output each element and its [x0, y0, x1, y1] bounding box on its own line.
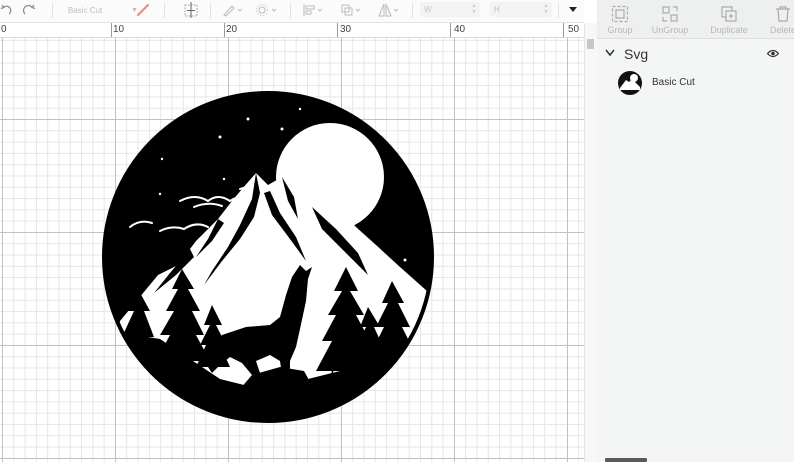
align-center-icon[interactable] [184, 0, 200, 20]
layer-item[interactable]: Basic Cut [597, 69, 794, 97]
ruler-mark: 30 [340, 24, 352, 35]
pen-color-icon[interactable] [136, 0, 152, 20]
operation-select-value: Basic Cut [68, 5, 103, 15]
delete-button-label: Delete [769, 25, 794, 35]
ruler-tick [111, 23, 112, 37]
ruler-tick [224, 23, 225, 37]
ruler-mark: 10 [113, 24, 125, 35]
vertical-scrollbar[interactable] [584, 23, 597, 462]
wolf-mountain-design[interactable] [100, 89, 436, 425]
layers-panel: Group UnGroup Duplicate Delete Svg Basic… [597, 0, 794, 462]
ruler-mark: 20 [226, 24, 238, 35]
duplicate-icon [721, 6, 737, 22]
chevron-down-icon[interactable] [605, 49, 615, 57]
width-field-label: W [424, 5, 432, 14]
toolbar-divider [412, 3, 413, 18]
top-toolbar: Basic Cut ▼ W ▲ ▼ H ▲ ▼ [0, 0, 584, 23]
ruler-mark: 0 [1, 24, 7, 35]
duplicate-button-label: Duplicate [710, 25, 748, 35]
group-button-label: Group [607, 25, 633, 35]
ungroup-button[interactable]: UnGroup [644, 0, 696, 38]
group-icon [611, 5, 629, 23]
layer-group-row[interactable]: Svg [597, 43, 794, 65]
ruler-tick [563, 23, 564, 37]
eye-icon[interactable] [767, 49, 779, 58]
ruler-mark: 50 [568, 24, 580, 35]
layer-thumbnail [618, 71, 642, 95]
height-stepper[interactable]: ▲ ▼ [542, 3, 550, 17]
duplicate-button[interactable]: Duplicate [703, 0, 755, 38]
layer-toolbar: Group UnGroup Duplicate Delete [597, 0, 794, 39]
chevron-down-icon[interactable] [566, 0, 580, 20]
design-canvas[interactable] [0, 38, 584, 462]
flip-icon[interactable] [378, 0, 404, 20]
scrollbar-thumb[interactable] [587, 39, 594, 49]
height-field-label: H [494, 5, 500, 14]
horizontal-ruler: 0 10 20 30 40 50 [0, 23, 584, 38]
toolbar-divider [558, 3, 559, 18]
toolbar-divider [210, 3, 211, 18]
ruler-tick [450, 23, 451, 37]
offset-icon[interactable] [255, 0, 281, 20]
toolbar-divider [290, 3, 291, 18]
ruler-mark: 40 [454, 24, 466, 35]
edit-pencil-icon[interactable] [222, 0, 246, 20]
width-stepper[interactable]: ▲ ▼ [470, 3, 478, 17]
ruler-tick [337, 23, 338, 37]
redo-icon[interactable] [22, 0, 38, 20]
align-icon[interactable] [302, 0, 328, 20]
panel-bottom-handle [605, 458, 647, 462]
delete-button[interactable]: Delete [757, 0, 794, 38]
delete-icon [776, 6, 790, 22]
toolbar-divider [164, 3, 165, 18]
ungroup-button-label: UnGroup [651, 25, 689, 35]
toolbar-divider [52, 3, 53, 18]
operation-select[interactable]: Basic Cut ▼ [64, 0, 138, 20]
layer-group-name: Svg [624, 46, 649, 62]
layer-name: Basic Cut [652, 77, 695, 88]
ungroup-icon [662, 6, 678, 22]
undo-icon[interactable] [0, 0, 14, 20]
group-button[interactable]: Group [594, 0, 646, 38]
arrange-icon[interactable] [340, 0, 366, 20]
